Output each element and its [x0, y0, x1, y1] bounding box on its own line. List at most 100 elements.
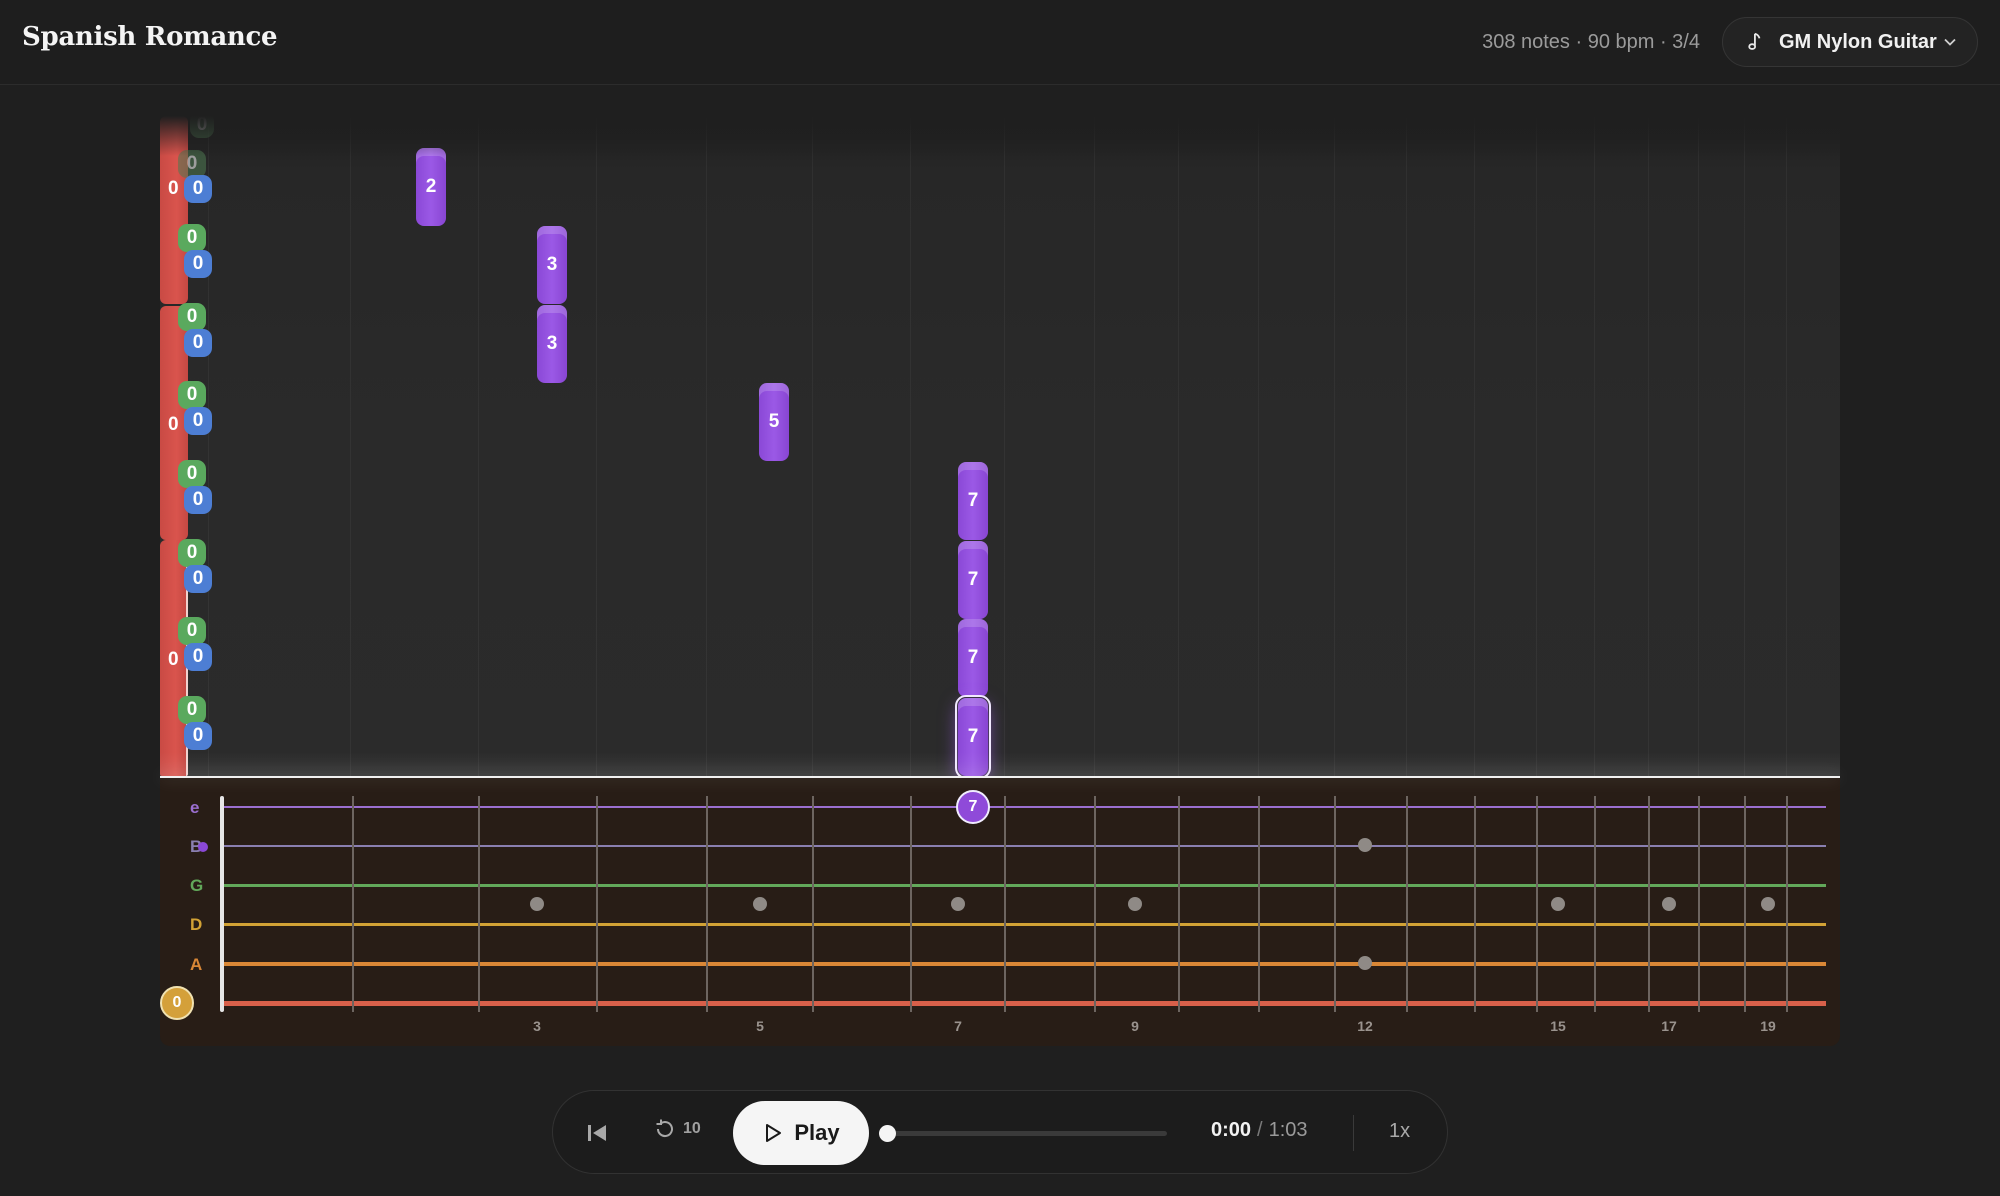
- app-header: Spanish Romance 308 notes · 90 bpm · 3/4…: [0, 0, 2000, 85]
- open-string-label: 0: [168, 649, 179, 670]
- note-chip: 0: [184, 250, 212, 278]
- note-chip: 0: [178, 381, 206, 409]
- string-b: [222, 845, 1826, 847]
- fret-wire: [1004, 796, 1006, 1012]
- skip-back-icon[interactable]: [583, 1119, 611, 1147]
- play-icon: [766, 1124, 782, 1142]
- total-time: 1:03: [1268, 1119, 1308, 1141]
- fret-wire: [1698, 796, 1700, 1012]
- fret-inlay-dot: [1128, 897, 1142, 911]
- lane-line: [1474, 116, 1475, 776]
- fret-number: 7: [954, 1018, 962, 1034]
- note-highway: 0 0 0 0 0 0 0 0 0 0 0 0 0 0 0 0 0 0 0 0 …: [160, 116, 1840, 776]
- progress-track[interactable]: [887, 1131, 1167, 1136]
- rewind-seconds: 10: [683, 1120, 701, 1137]
- fret-wire: [352, 796, 354, 1012]
- lane-line: [1786, 116, 1787, 776]
- controls-divider: [1353, 1115, 1354, 1151]
- string-label-a: A: [190, 955, 203, 974]
- note-chip: 0: [178, 460, 206, 488]
- hit-zone-glow: [160, 752, 1840, 776]
- play-label: Play: [794, 1120, 840, 1145]
- fret-number: 9: [1131, 1018, 1139, 1034]
- chevron-down-icon: [1944, 38, 1956, 46]
- note-block: 3: [537, 305, 567, 383]
- music-note-icon: [1748, 32, 1761, 50]
- lane-line: [1178, 116, 1179, 776]
- string-marker-dot: [198, 842, 208, 852]
- fret-wire: [1594, 796, 1596, 1012]
- lane-line: [1258, 116, 1259, 776]
- fretboard-nut: [220, 796, 224, 1012]
- string-g: [222, 884, 1826, 887]
- lane-line: [706, 116, 707, 776]
- active-fret-marker: 7: [956, 790, 990, 824]
- string-low-e: [222, 1001, 1826, 1006]
- note-block: 2: [416, 148, 446, 226]
- instrument-selector[interactable]: GM Nylon Guitar: [1722, 17, 1978, 67]
- fret-wire: [1406, 796, 1408, 1012]
- lane-line: [812, 116, 813, 776]
- fret-number: 5: [756, 1018, 764, 1034]
- fret-inlay-dot: [951, 897, 965, 911]
- lane-line: [1094, 116, 1095, 776]
- current-time: 0:00: [1211, 1119, 1252, 1141]
- song-title: Spanish Romance: [22, 22, 278, 52]
- instrument-label: GM Nylon Guitar: [1779, 30, 1937, 53]
- fret-wire: [1334, 796, 1336, 1012]
- fret-wire: [1648, 796, 1650, 1012]
- string-e: [222, 806, 1826, 808]
- fret-number: 19: [1760, 1018, 1776, 1034]
- progress-knob[interactable]: [879, 1125, 896, 1142]
- lane-line: [596, 116, 597, 776]
- note-block: 7: [958, 619, 988, 697]
- lane-line: [910, 116, 911, 776]
- note-chip: 0: [184, 643, 212, 671]
- string-d: [222, 923, 1826, 926]
- note-chip: 0: [178, 539, 206, 567]
- string-label-e: e: [190, 798, 200, 817]
- open-string-marker: 0: [160, 986, 194, 1020]
- fret-wire: [596, 796, 598, 1012]
- note-chip: 0: [184, 722, 212, 750]
- note-chip: 0: [184, 565, 212, 593]
- note-chip: 0: [178, 617, 206, 645]
- note-chip: 0: [190, 116, 214, 138]
- highway-fade: [160, 116, 1840, 156]
- lane-line: [350, 116, 351, 776]
- rewind-button[interactable]: 10: [653, 1117, 701, 1141]
- fret-number: 3: [533, 1018, 541, 1034]
- string-label-g: G: [190, 876, 204, 895]
- open-string-label: 0: [168, 414, 179, 435]
- note-block: 5: [759, 383, 789, 461]
- fret-inlay-dot: [753, 897, 767, 911]
- fret-inlay-dot: [1551, 897, 1565, 911]
- song-meta: 308 notes · 90 bpm · 3/4: [1482, 31, 1700, 53]
- fret-inlay-dot: [530, 897, 544, 911]
- string-a: [222, 962, 1826, 966]
- fret-inlay-dot: [1358, 956, 1372, 970]
- note-chip: 0: [184, 175, 212, 203]
- lane-line: [1334, 116, 1335, 776]
- fret-wire: [812, 796, 814, 1012]
- open-string-label: 0: [168, 178, 179, 199]
- fret-wire: [1178, 796, 1180, 1012]
- play-button[interactable]: Play: [733, 1101, 869, 1165]
- fret-wire: [1258, 796, 1260, 1012]
- string-label-d: D: [190, 915, 203, 934]
- lane-line: [478, 116, 479, 776]
- lane-line: [208, 116, 209, 776]
- lane-line: [1004, 116, 1005, 776]
- fret-inlay-dot: [1358, 838, 1372, 852]
- fretboard: e B G D A E 3 5 7 9 12 15 17 19 7 0: [160, 778, 1840, 1046]
- fret-wire: [1786, 796, 1788, 1012]
- note-chip: 0: [178, 303, 206, 331]
- lane-line: [1744, 116, 1745, 776]
- fret-inlay-dot: [1761, 897, 1775, 911]
- fret-inlay-dot: [1662, 897, 1676, 911]
- note-chip: 0: [178, 696, 206, 724]
- note-block: 7: [958, 462, 988, 540]
- fret-wire: [910, 796, 912, 1012]
- fret-number: 17: [1661, 1018, 1677, 1034]
- speed-button[interactable]: 1x: [1389, 1120, 1410, 1143]
